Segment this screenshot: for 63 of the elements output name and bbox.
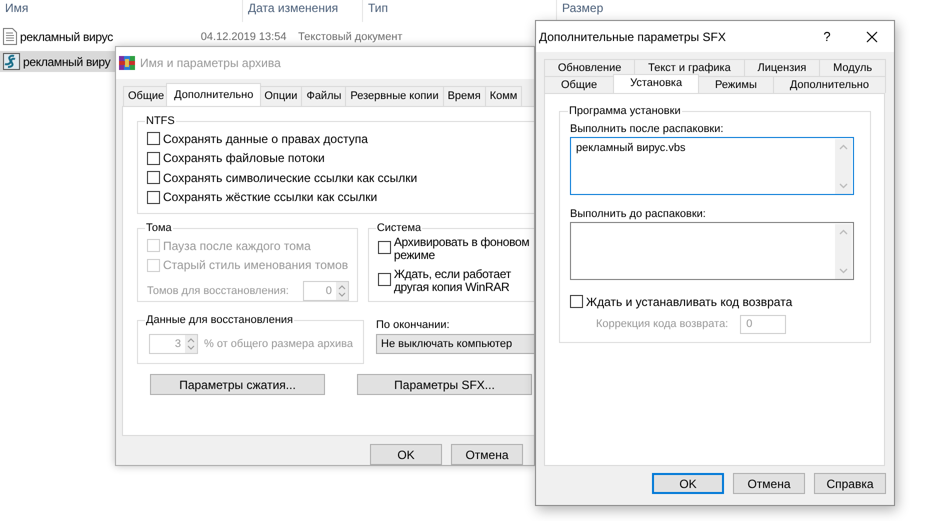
checkbox-label: Сохранять данные о правах доступа [163,132,368,146]
file-row[interactable]: рекламный вирус 04.12.2019 13:54 Текстовый документ [0,26,450,47]
checkbox-label: Сохранять жёсткие ссылки как ссылки [163,190,378,204]
text-area[interactable]: рекламный вирус.vbs [570,137,854,195]
tab[interactable]: Общие [544,76,614,93]
field-label: Коррекция кода возврата: [596,318,728,330]
tab[interactable]: Дополнительно [772,76,886,93]
text-area[interactable] [570,222,854,280]
checkbox-label: Ждать и устанавливать код возврата [586,294,792,309]
checkbox[interactable] [147,171,160,184]
field-label: Выполнить до распаковки: [570,208,707,220]
group-title: Программа установки [568,105,682,117]
dialog-button[interactable]: OK [652,473,724,494]
checkbox-label: Архивировать в фоновом режиме [394,236,530,262]
tab[interactable]: Установка [613,74,700,93]
window-title: Дополнительные параметры SFX [539,30,727,44]
dialog-button[interactable]: OK [370,444,442,465]
column-header[interactable]: Размер [557,0,637,22]
tab[interactable]: Лицензия [744,59,820,76]
group-title: NTFS [145,115,176,127]
dialog-button[interactable]: Отмена [733,473,805,494]
checkbox[interactable] [378,241,391,254]
tab[interactable]: Текст и графика [634,59,745,76]
field-label: % от общего размера архива [204,338,353,350]
window-title: Имя и параметры архива [140,56,281,70]
checkbox-label: Сохранять файловые потоки [163,151,325,166]
tab[interactable]: Комм [484,86,522,106]
checkbox[interactable] [147,132,160,146]
dialog-button[interactable]: Параметры сжатия... [150,374,325,395]
checkbox[interactable] [147,190,160,204]
checkbox-label: Сохранять символические ссылки как ссылки [163,170,418,185]
group-title: Система [376,222,422,234]
checkbox[interactable] [570,295,583,308]
file-date: 04.12.2019 13:54 [200,30,288,42]
dialog-button[interactable]: Параметры SFX... [357,374,532,395]
checkbox[interactable] [147,152,160,165]
column-header[interactable]: Дата изменения [243,0,363,22]
dropdown-label: По окончании: [376,319,451,331]
scrollbar[interactable] [835,224,852,279]
file-name: рекламный вирус [20,30,113,44]
tab[interactable]: Обновление [544,59,636,76]
checkbox-label: Старый стиль именования томов [163,258,348,272]
tab[interactable]: Модуль [819,59,886,76]
scrollbar[interactable] [835,139,852,194]
file-name: рекламный виру [23,54,110,68]
checkbox[interactable] [378,273,391,286]
field-label: Выполнить после распаковки: [570,123,724,135]
text-file-icon [3,28,17,45]
close-icon [866,30,878,42]
field-label: Томов для восстановления: [147,285,289,297]
script-file-icon [3,53,20,70]
column-header[interactable]: Имя [0,0,243,22]
checkbox-label: Ждать, если работает другая копия WinRAR [394,268,512,294]
group-title: Данные для восстановления [145,314,294,326]
dialog-button[interactable]: Отмена [451,444,523,465]
checkbox-label: Пауза после каждого тома [163,238,311,253]
group-title: Тома [145,222,173,234]
dialog-button[interactable]: Справка [814,473,886,494]
tab[interactable]: Дополнительно [166,83,262,106]
dropdown[interactable]: Не выключать компьютер [376,334,534,354]
file-type: Текстовый документ [297,30,404,42]
help-button[interactable]: ? [812,29,842,44]
books-icon [119,55,135,71]
